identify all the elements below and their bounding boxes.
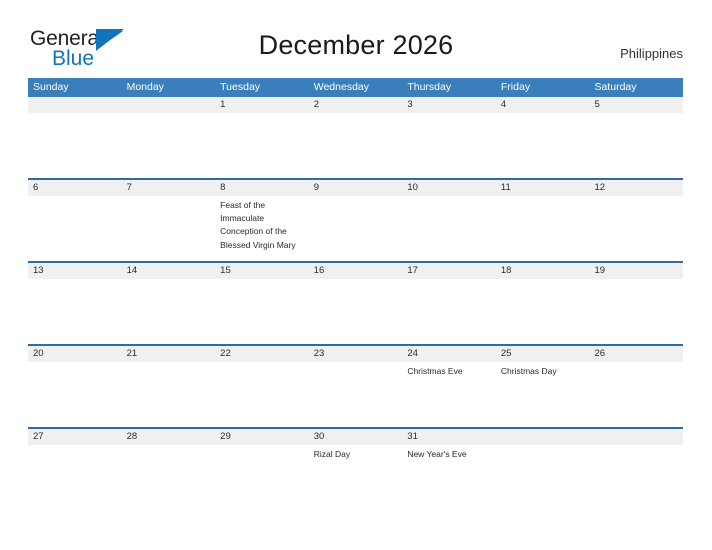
day-cell-empty	[122, 279, 216, 344]
day-cell-empty	[309, 279, 403, 344]
day-number-21[interactable]: 21	[122, 346, 216, 362]
week-date-band: 20 21 22 23 24 25 26	[28, 346, 683, 362]
day-event-31[interactable]: New Year's Eve	[402, 445, 496, 510]
day-number-16[interactable]: 16	[309, 263, 403, 279]
day-cell-empty	[309, 196, 403, 261]
week-event-band: Rizal Day New Year's Eve	[28, 445, 683, 510]
day-cell-empty	[215, 113, 309, 178]
day-number-30[interactable]: 30	[309, 429, 403, 445]
day-cell-empty	[215, 445, 309, 510]
day-number-18[interactable]: 18	[496, 263, 590, 279]
weekday-header-thursday: Thursday	[407, 81, 452, 93]
calendar-week-row: 20 21 22 23 24 25 26 Christmas Eve Christmas Day	[28, 344, 683, 427]
day-number-empty	[496, 429, 590, 445]
day-number-9[interactable]: 9	[309, 180, 403, 196]
weekday-header-friday: Friday	[500, 81, 531, 93]
day-number-empty	[28, 97, 122, 113]
week-date-band: 13 14 15 16 17 18 19	[28, 263, 683, 279]
weekday-header-sunday: Sunday	[33, 81, 69, 93]
day-number-8[interactable]: 8	[215, 180, 309, 196]
day-number-12[interactable]: 12	[589, 180, 683, 196]
day-number-empty	[122, 97, 216, 113]
day-number-19[interactable]: 19	[589, 263, 683, 279]
day-event-30[interactable]: Rizal Day	[309, 445, 403, 510]
day-number-14[interactable]: 14	[122, 263, 216, 279]
day-cell-empty	[496, 196, 590, 261]
day-number-23[interactable]: 23	[309, 346, 403, 362]
day-cell-empty	[402, 113, 496, 178]
week-date-band: 12345	[28, 97, 683, 113]
day-cell-empty	[589, 279, 683, 344]
day-cell-empty	[215, 362, 309, 427]
day-cell-empty	[28, 279, 122, 344]
day-cell-empty	[28, 362, 122, 427]
day-number-6[interactable]: 6	[28, 180, 122, 196]
day-number-empty	[589, 429, 683, 445]
day-cell-empty	[28, 113, 122, 178]
day-cell-empty	[402, 279, 496, 344]
day-number-26[interactable]: 26	[589, 346, 683, 362]
week-date-band: 27 28 29 30 31	[28, 429, 683, 445]
day-number-3[interactable]: 3	[402, 97, 496, 113]
day-number-20[interactable]: 20	[28, 346, 122, 362]
weekday-header-row: Sunday Monday Tuesday Wednesday Thursday Frid…	[28, 78, 683, 97]
day-number-31[interactable]: 31	[402, 429, 496, 445]
day-cell-empty	[496, 445, 590, 510]
day-cell-empty	[402, 196, 496, 261]
weekday-header-wednesday: Wednesday	[313, 81, 369, 93]
day-cell-empty	[589, 196, 683, 261]
day-cell-empty	[589, 113, 683, 178]
day-cell-empty	[28, 445, 122, 510]
calendar-week-container: 1 2 3 4 5 6 7 8 9 10 11 12 Feast of the Immaculate C…	[28, 97, 683, 510]
day-cell-empty	[589, 445, 683, 510]
week-event-band: Feast of the Immaculate Conception of th…	[28, 196, 683, 261]
region-label: Philippines	[620, 46, 683, 61]
page-title: December 2026	[258, 30, 454, 60]
day-number-2[interactable]: 2	[309, 97, 403, 113]
day-cell-empty	[496, 279, 590, 344]
calendar-week-row: 6 7 8 9 10 11 12 Feast of the Immaculate Concep…	[28, 178, 683, 261]
calendar-grid: Sunday Monday Tuesday Wednesday Thursday Frid…	[28, 78, 683, 510]
calendar-page: General Blue December 2026 Philippines S…	[0, 0, 712, 550]
calendar-week-row: 13 14 15 16 17 18 19	[28, 261, 683, 344]
day-event-25[interactable]: Christmas Day	[496, 362, 590, 427]
day-cell-empty	[496, 113, 590, 178]
day-cell-empty	[122, 113, 216, 178]
page-header: General Blue December 2026 Philippines	[0, 0, 712, 69]
day-number-29[interactable]: 29	[215, 429, 309, 445]
day-event-8[interactable]: Feast of the Immaculate Conception of th…	[215, 196, 309, 261]
day-number-28[interactable]: 28	[122, 429, 216, 445]
calendar-week-row: 27 28 29 30 31 Rizal Day New Year's Eve	[28, 427, 683, 510]
day-number-1[interactable]: 1	[215, 97, 309, 113]
day-cell-empty	[309, 113, 403, 178]
day-number-17[interactable]: 17	[402, 263, 496, 279]
day-number-11[interactable]: 11	[496, 180, 590, 196]
day-number-15[interactable]: 15	[215, 263, 309, 279]
day-cell-empty	[122, 445, 216, 510]
day-cell-empty	[28, 196, 122, 261]
day-cell-empty	[122, 362, 216, 427]
day-number-5[interactable]: 5	[589, 97, 683, 113]
day-number-27[interactable]: 27	[28, 429, 122, 445]
weekday-header-saturday: Saturday	[594, 81, 637, 93]
week-event-band	[28, 279, 683, 344]
weekday-header-tuesday: Tuesday	[220, 81, 261, 93]
day-number-24[interactable]: 24	[402, 346, 496, 362]
day-event-24[interactable]: Christmas Eve	[402, 362, 496, 427]
day-cell-empty	[589, 362, 683, 427]
day-cell-empty	[309, 362, 403, 427]
day-number-25[interactable]: 25	[496, 346, 590, 362]
calendar-week-row: 12345	[28, 97, 683, 178]
weekday-header-monday: Monday	[126, 81, 164, 93]
day-cell-empty	[122, 196, 216, 261]
day-cell-empty	[215, 279, 309, 344]
day-number-4[interactable]: 4	[496, 97, 590, 113]
day-number-13[interactable]: 13	[28, 263, 122, 279]
day-number-7[interactable]: 7	[122, 180, 216, 196]
week-date-band: 6 7 8 9 10 11 12	[28, 180, 683, 196]
week-event-band	[28, 113, 683, 178]
week-event-band: Christmas Eve Christmas Day	[28, 362, 683, 427]
day-number-22[interactable]: 22	[215, 346, 309, 362]
day-number-10[interactable]: 10	[402, 180, 496, 196]
